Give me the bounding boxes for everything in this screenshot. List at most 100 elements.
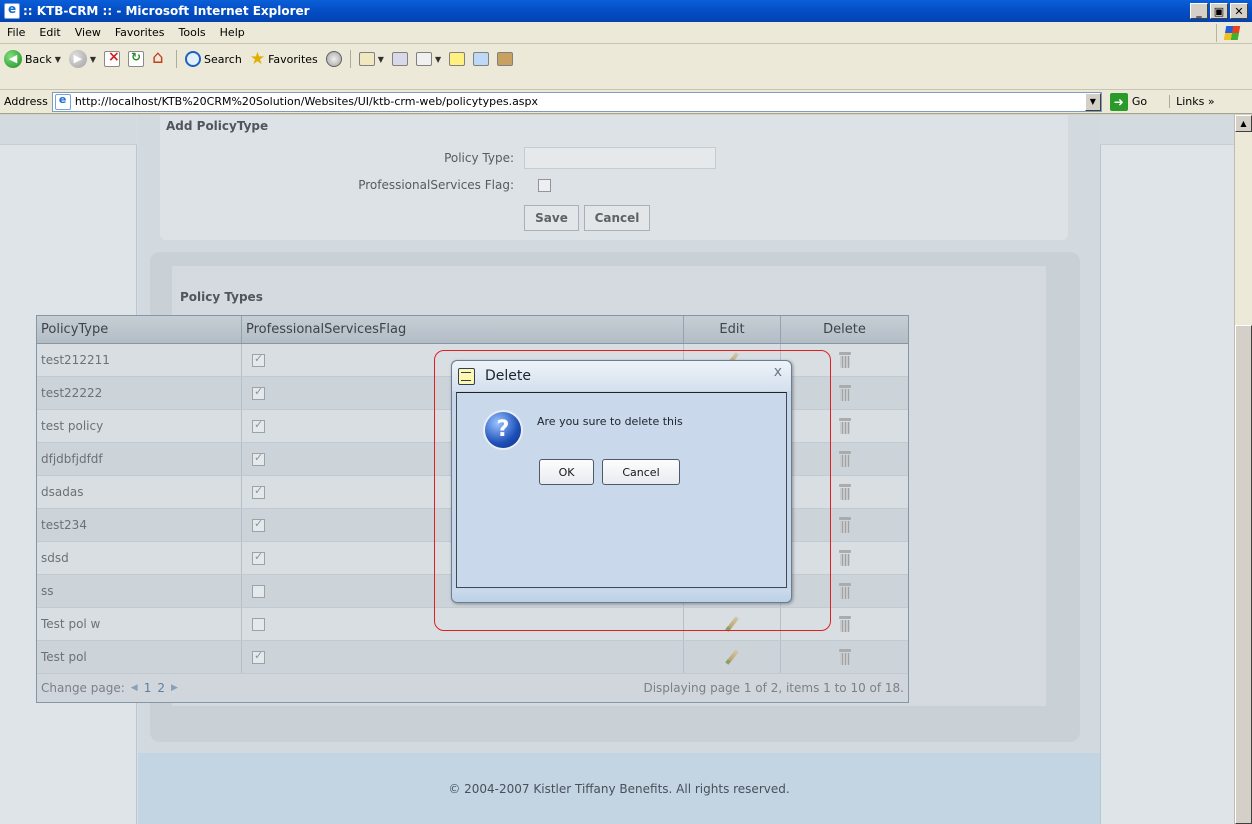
- policytype-cell: dfjdbfjdfdf: [37, 443, 242, 475]
- edit-pencil-icon[interactable]: [724, 616, 740, 632]
- dialog-cancel-button[interactable]: Cancel: [602, 459, 680, 485]
- delete-cell: [781, 377, 908, 409]
- go-button[interactable]: ➜ Go: [1109, 92, 1147, 111]
- maximize-button[interactable]: ▣: [1210, 3, 1228, 19]
- search-icon: [185, 51, 202, 67]
- delete-trash-icon[interactable]: [838, 550, 851, 566]
- favorites-label: Favorites: [268, 52, 318, 66]
- edit-cell: [684, 608, 781, 640]
- delete-trash-icon[interactable]: [838, 649, 851, 665]
- address-bar: Address http://localhost/KTB%20CRM%20Sol…: [0, 90, 1252, 114]
- dialog-message: Are you sure to delete this: [537, 415, 683, 428]
- change-page-label: Change page:: [41, 681, 125, 695]
- delete-trash-icon[interactable]: [838, 583, 851, 599]
- menu-help[interactable]: Help: [213, 26, 252, 39]
- forward-dropdown-icon: ▼: [89, 54, 97, 64]
- edit-page-button[interactable]: ▼: [412, 48, 445, 70]
- ps-flag-checkbox-readonly: [252, 484, 265, 499]
- page-link-1[interactable]: 1: [144, 681, 152, 695]
- address-dropdown-icon[interactable]: ▼: [1084, 92, 1101, 111]
- back-button[interactable]: ◀ Back ▼: [0, 48, 65, 70]
- media-button[interactable]: [322, 48, 346, 70]
- policy-type-input[interactable]: [524, 147, 716, 169]
- ps-flag-checkbox-readonly: [252, 550, 265, 565]
- notes-button[interactable]: [445, 48, 469, 70]
- page-link-2[interactable]: 2: [157, 681, 165, 695]
- delete-trash-icon[interactable]: [838, 484, 851, 500]
- scroll-up-button[interactable]: ▲: [1235, 115, 1252, 132]
- dialog-close-button[interactable]: x: [774, 364, 782, 380]
- research-icon: [497, 52, 514, 66]
- add-policytype-title: Add PolicyType: [166, 119, 269, 133]
- page-icon: [54, 93, 71, 110]
- dialog-titlebar[interactable]: Delete x: [452, 361, 791, 391]
- delete-cell: [781, 410, 908, 442]
- policytype-cell: test234: [37, 509, 242, 541]
- policytype-cell: test212211: [37, 344, 242, 376]
- favorites-button[interactable]: ★ Favorites: [246, 48, 322, 70]
- toolbar: ◀ Back ▼ ▶ ▼ Search ★ Favorites ▼ ▼: [0, 44, 1252, 90]
- policytype-cell: Test pol: [37, 641, 242, 673]
- ps-flag-checkbox[interactable]: [538, 179, 551, 192]
- delete-trash-icon[interactable]: [838, 616, 851, 632]
- delete-dialog: Delete x ? Are you sure to delete this O…: [451, 360, 792, 603]
- print-button[interactable]: [388, 48, 412, 70]
- menu-edit[interactable]: Edit: [32, 26, 67, 39]
- home-button[interactable]: [148, 47, 172, 70]
- policytype-cell: ss: [37, 575, 242, 607]
- delete-trash-icon[interactable]: [838, 418, 851, 434]
- menu-file[interactable]: File: [0, 26, 32, 39]
- prev-page-icon[interactable]: ◀: [131, 683, 138, 693]
- dialog-title: Delete: [485, 368, 531, 384]
- back-label: Back: [25, 52, 52, 66]
- next-page-icon[interactable]: ▶: [171, 683, 178, 693]
- go-arrow-icon: ➜: [1109, 92, 1128, 111]
- delete-trash-icon[interactable]: [838, 451, 851, 467]
- window-titlebar: :: KTB-CRM :: - Microsoft Internet Explo…: [0, 0, 1252, 22]
- ps-flag-checkbox-readonly: [252, 517, 265, 532]
- delete-trash-icon[interactable]: [838, 352, 851, 368]
- ps-flag-checkbox-readonly: [252, 385, 265, 400]
- minimize-button[interactable]: _: [1190, 3, 1208, 19]
- save-button[interactable]: Save: [524, 205, 579, 231]
- ps-flag-label: ProfessionalServices Flag:: [358, 178, 514, 192]
- address-input[interactable]: http://localhost/KTB%20CRM%20Solution/We…: [51, 91, 1102, 112]
- mail-button[interactable]: ▼: [355, 48, 388, 70]
- toolbar-separator: [349, 50, 351, 68]
- scroll-thumb[interactable]: [1235, 325, 1252, 824]
- menu-tools[interactable]: Tools: [172, 26, 213, 39]
- delete-cell: [781, 476, 908, 508]
- print-icon: [391, 52, 408, 66]
- cancel-button[interactable]: Cancel: [584, 205, 650, 231]
- links-button[interactable]: Links »: [1169, 95, 1215, 108]
- grid-header: PolicyType ProfessionalServicesFlag Edit…: [37, 316, 908, 344]
- delete-cell: [781, 542, 908, 574]
- research-button[interactable]: [493, 48, 517, 70]
- delete-cell: [781, 509, 908, 541]
- address-url: http://localhost/KTB%20CRM%20Solution/We…: [74, 95, 539, 108]
- menu-view[interactable]: View: [68, 26, 108, 39]
- delete-cell: [781, 575, 908, 607]
- delete-cell: [781, 344, 908, 376]
- menu-favorites[interactable]: Favorites: [108, 26, 172, 39]
- vertical-scrollbar[interactable]: ▲: [1234, 115, 1252, 824]
- refresh-button[interactable]: [124, 48, 148, 70]
- column-header-policytype[interactable]: PolicyType: [37, 316, 242, 343]
- ps-flag-checkbox-readonly: [252, 352, 265, 367]
- stop-button[interactable]: [100, 48, 124, 70]
- edit-cell: [684, 641, 781, 673]
- policytype-cell: sdsd: [37, 542, 242, 574]
- search-button[interactable]: Search: [181, 48, 246, 70]
- ok-button[interactable]: OK: [539, 459, 594, 485]
- page-footer: © 2004-2007 Kistler Tiffany Benefits. Al…: [138, 753, 1100, 824]
- delete-trash-icon[interactable]: [838, 385, 851, 401]
- column-header-ps-flag[interactable]: ProfessionalServicesFlag: [242, 316, 684, 343]
- policytype-cell: test22222: [37, 377, 242, 409]
- edit-pencil-icon[interactable]: [724, 649, 740, 665]
- question-icon: ?: [485, 412, 521, 448]
- messenger-button[interactable]: [469, 48, 493, 70]
- close-window-button[interactable]: ✕: [1230, 3, 1248, 19]
- toolbar-separator: [176, 50, 178, 68]
- forward-button[interactable]: ▶ ▼: [65, 48, 100, 70]
- delete-trash-icon[interactable]: [838, 517, 851, 533]
